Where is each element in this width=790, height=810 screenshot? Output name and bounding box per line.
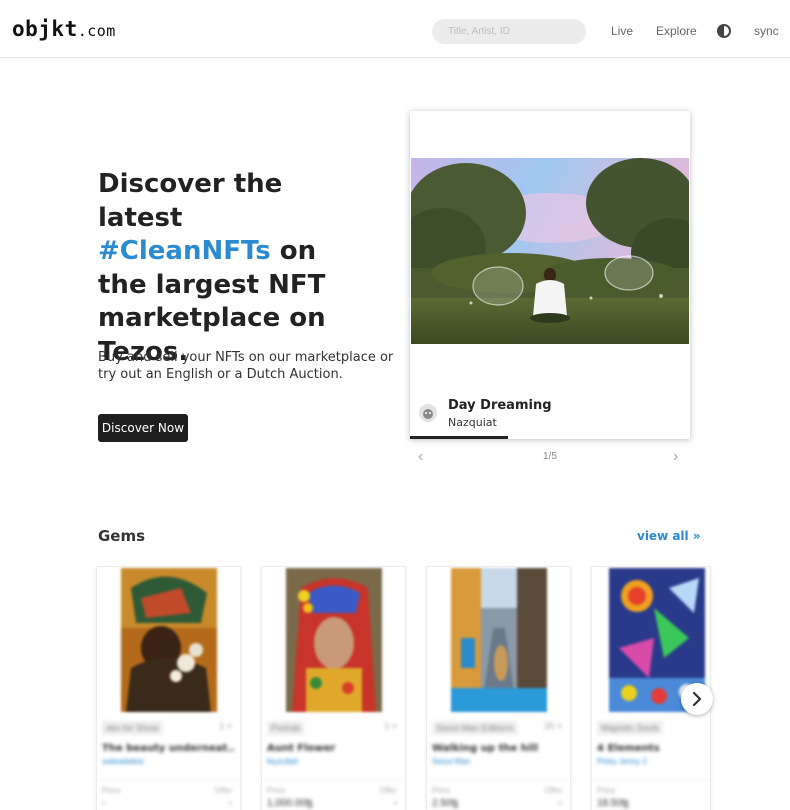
gem-collection-badge[interactable]: Portrait xyxy=(267,721,305,735)
gem-title[interactable]: 4 Elements xyxy=(597,743,710,754)
gem-offer-label: Offer xyxy=(214,786,232,795)
gem-price: 2.50ꜩ xyxy=(432,798,459,809)
gem-image xyxy=(451,568,547,712)
hero-title-accent: #CleanNFTs xyxy=(98,236,271,266)
nav-sync[interactable]: sync xyxy=(754,24,779,38)
logo[interactable]: objkt.com xyxy=(12,17,116,41)
gem-artist[interactable]: Seoul Man xyxy=(432,757,470,766)
gem-offer: - xyxy=(228,798,232,809)
hero-subtitle: Buy and sell your NFTs on our marketplac… xyxy=(98,350,394,382)
logo-main: objkt xyxy=(12,17,78,41)
gem-divider xyxy=(97,779,240,780)
gem-title[interactable]: The beauty underneat... xyxy=(102,743,236,754)
featured-title[interactable]: Day Dreaming xyxy=(448,398,552,413)
gem-price-label: Price xyxy=(597,786,616,795)
gem-card[interactable]: Portrait 1 × Aunt Flower feyzullah Price… xyxy=(261,566,406,810)
gem-collection-badge[interactable]: Seoul Man Editions xyxy=(432,721,518,735)
gem-editions: 1 × xyxy=(219,721,232,731)
gem-price: 18.50ꜩ xyxy=(597,798,630,809)
gem-offer-label: Offer xyxy=(544,786,562,795)
contrast-icon[interactable] xyxy=(717,24,731,38)
gem-price: 1,000.00ꜩ xyxy=(267,798,314,809)
gem-artist[interactable]: waleadebisi xyxy=(102,757,144,766)
gem-price-label: Price xyxy=(267,786,286,795)
artist-avatar[interactable] xyxy=(419,404,437,422)
gem-offer: - xyxy=(393,798,397,809)
gem-editions: 1 × xyxy=(384,721,397,731)
carousel-counter: 1/5 xyxy=(543,451,557,462)
gem-image xyxy=(286,568,382,712)
view-all-link[interactable]: view all » xyxy=(637,529,701,543)
gem-title[interactable]: Aunt Flower xyxy=(267,743,401,754)
nav-explore[interactable]: Explore xyxy=(656,24,697,38)
gem-card[interactable]: oko for Show 1 × The beauty underneat...… xyxy=(96,566,241,810)
featured-card[interactable]: Day Dreaming Nazquiat xyxy=(410,111,690,439)
nav-live[interactable]: Live xyxy=(611,24,633,38)
hero-title: Discover the latest #CleanNFTs on the la… xyxy=(98,168,368,369)
gem-offer-label: Offer xyxy=(379,786,397,795)
gem-divider xyxy=(592,779,710,780)
chevron-right-icon xyxy=(692,692,702,706)
gem-artist[interactable]: feyzullah xyxy=(267,757,299,766)
gem-card[interactable]: Seoul Man Editions 20 × Walking up the h… xyxy=(426,566,571,810)
featured-artist[interactable]: Nazquiat xyxy=(448,416,497,429)
gem-title[interactable]: Walking up the hill xyxy=(432,743,566,754)
gem-divider xyxy=(427,779,570,780)
logo-suffix: .com xyxy=(77,22,116,40)
gems-heading: Gems xyxy=(98,527,146,545)
gem-artist[interactable]: Pinky Jenny 2 xyxy=(597,757,647,766)
discover-now-button[interactable]: Discover Now xyxy=(98,414,188,442)
gem-editions: 20 × xyxy=(544,721,562,731)
gem-price-label: Price xyxy=(432,786,451,795)
gem-price: - xyxy=(102,798,106,809)
gem-price-label: Price xyxy=(102,786,121,795)
gem-divider xyxy=(262,779,405,780)
top-header: objkt.com Live Explore sync xyxy=(0,0,790,58)
featured-image xyxy=(411,158,689,344)
gems-next-button[interactable] xyxy=(681,683,713,715)
search-input[interactable] xyxy=(432,19,586,44)
gem-offer: - xyxy=(558,798,562,809)
gem-collection-badge[interactable]: oko for Show xyxy=(102,721,163,735)
carousel-progress xyxy=(410,436,508,439)
gem-collection-badge[interactable]: Majestic Souls xyxy=(597,721,664,735)
chevron-right-icon[interactable]: › xyxy=(673,448,678,466)
gem-image xyxy=(121,568,217,712)
hero-title-line1: Discover the latest xyxy=(98,169,283,233)
chevron-left-icon[interactable]: ‹ xyxy=(418,448,423,466)
